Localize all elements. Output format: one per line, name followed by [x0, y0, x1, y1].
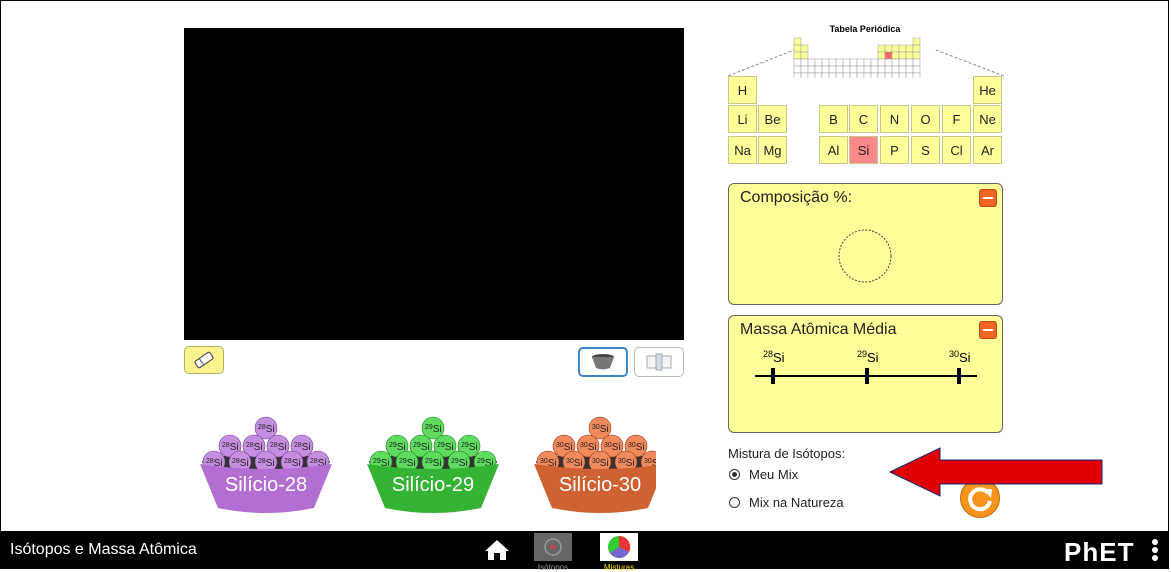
radio-my-mix[interactable]: Meu Mix — [729, 467, 798, 482]
bucket-si30[interactable]: 30Si30Si30Si30Si30Si30Si30Si30Si30Si30Si — [534, 416, 656, 513]
element-b[interactable]: B — [819, 105, 848, 133]
element-li[interactable]: Li — [728, 105, 757, 133]
bucket-icon — [592, 354, 614, 370]
tab-isotopes[interactable] — [534, 533, 572, 566]
average-atomic-mass-panel: Massa Atômica Média 28Si 29Si 30Si — [728, 315, 1003, 433]
element-al[interactable]: Al — [819, 136, 848, 164]
tab-isotopes-label: Isótopos — [537, 563, 569, 572]
composition-pie-chart — [838, 229, 892, 283]
scale-icon — [646, 353, 672, 371]
bucket-label-si29: Silício-29 — [391, 474, 475, 496]
element-be[interactable]: Be — [758, 105, 787, 133]
eraser-icon — [194, 351, 214, 369]
phet-logo: PhET — [1064, 537, 1135, 567]
mixtures-tab-icon — [600, 533, 638, 561]
radio-nature-mix[interactable]: Mix na Natureza — [729, 495, 844, 510]
element-he[interactable]: He — [973, 76, 1002, 104]
periodic-table-mini — [728, 37, 1004, 78]
element-ne[interactable]: Ne — [973, 105, 1002, 133]
collapse-average-mass-button[interactable] — [979, 321, 997, 339]
isotope-mixture-canvas[interactable] — [184, 28, 684, 340]
average-mass-title: Massa Atômica Média — [740, 321, 897, 338]
bucket-label-si30: Silício-30 — [558, 474, 642, 496]
element-o[interactable]: O — [911, 105, 940, 133]
radio-nature-mix-label: Mix na Natureza — [749, 495, 844, 510]
radio-my-mix-label: Meu Mix — [749, 467, 799, 482]
element-ar[interactable]: Ar — [973, 136, 1002, 164]
bucket-si29[interactable]: 29Si29Si 29Si 29Si 29Si29Si 29Si 29Si 29Si 29Si — [367, 416, 499, 513]
element-p[interactable]: P — [880, 136, 909, 164]
composition-title: Composição %: — [740, 189, 853, 206]
kebab-menu-icon[interactable] — [1151, 538, 1159, 562]
mass-tick-label-29: 29Si — [857, 349, 879, 365]
element-s[interactable]: S — [911, 136, 940, 164]
element-f[interactable]: F — [942, 105, 971, 133]
element-mg[interactable]: Mg — [758, 136, 787, 164]
collapse-composition-button[interactable] — [979, 189, 997, 207]
sim-title: Isótopos e Massa Atômica — [10, 541, 197, 558]
bucket-si28[interactable]: 28Si28Si 28Si 28Si 28Si28Si 28Si 28Si 28Si 28Si — [200, 416, 332, 513]
mass-tick-label-30: 30Si — [949, 349, 971, 365]
bucket-label-si28: Silício-28 — [224, 474, 308, 496]
isotope-buckets: 28Si28Si 28Si 28Si 28Si28Si 28Si 28Si 28Si 28Si… — [200, 416, 656, 513]
composition-panel: Composição %: — [728, 183, 1003, 305]
mass-number-line: 28Si 29Si 30Si — [755, 349, 977, 384]
element-na[interactable]: Na — [728, 136, 757, 164]
radio-nature-mix-circle[interactable] — [729, 497, 740, 508]
isotopes-tab-icon — [534, 533, 572, 561]
element-cl[interactable]: Cl — [942, 136, 971, 164]
home-icon[interactable] — [484, 538, 510, 562]
periodic-table-title: Tabela Periódica — [829, 24, 901, 34]
tab-mixtures[interactable] — [600, 533, 638, 566]
radio-my-mix-circle[interactable] — [729, 469, 740, 480]
element-h[interactable]: H — [728, 76, 757, 104]
element-si[interactable]: Si — [849, 136, 878, 164]
mass-tick-label-28: 28Si — [763, 349, 785, 365]
red-arrow-annotation — [888, 447, 1103, 497]
element-n[interactable]: N — [880, 105, 909, 133]
scale-mode-button[interactable] — [634, 347, 684, 377]
bucket-mode-button[interactable] — [578, 347, 628, 377]
tab-mixtures-label: Misturas — [603, 563, 635, 572]
eraser-button[interactable] — [184, 346, 224, 374]
mixture-label: Mistura de Isótopos: — [728, 446, 846, 461]
element-c[interactable]: C — [849, 105, 878, 133]
